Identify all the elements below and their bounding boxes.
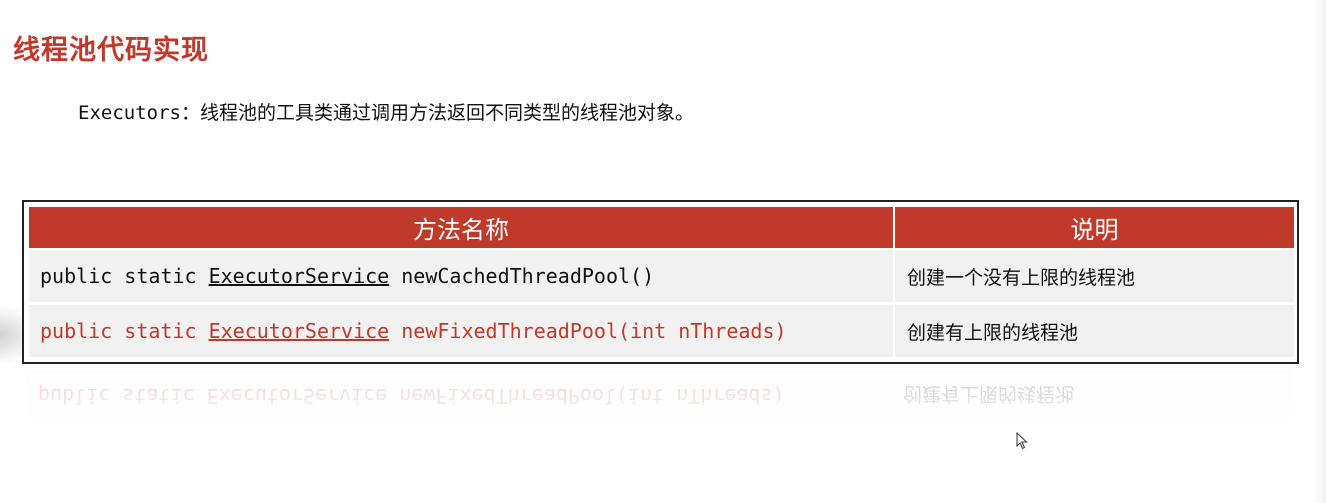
reflection-method: newFixedThreadPool(int nThreads)	[387, 384, 785, 408]
method-description: 创建有上限的线程池	[907, 321, 1079, 344]
subtitle-class-name: Executors	[78, 102, 181, 124]
reflection-row: public static ExecutorService newFixedTh…	[27, 370, 1292, 422]
table-header-row: 方法名称 说明	[29, 207, 1294, 248]
description-cell: 创建有上限的线程池	[893, 305, 1294, 357]
description-cell: 创建一个没有上限的线程池	[893, 250, 1294, 302]
header-method-name: 方法名称	[29, 207, 893, 248]
method-signature-cell: public static ExecutorService newFixedTh…	[29, 305, 893, 357]
method-modifiers: public static	[40, 264, 209, 288]
table-reflection: public static ExecutorService newFixedTh…	[22, 370, 1299, 445]
method-name: newFixedThreadPool(int nThreads)	[389, 319, 787, 343]
method-modifiers: public static	[40, 319, 209, 343]
reflection-description: 创建有上限的线程池	[903, 383, 1075, 406]
return-type: ExecutorService	[208, 264, 390, 288]
reflection-modifiers: public static	[38, 384, 207, 408]
methods-table: 方法名称 说明 public static ExecutorService ne…	[22, 200, 1299, 364]
page-title: 线程池代码实现	[13, 35, 209, 66]
method-signature-cell: public static ExecutorService newCachedT…	[29, 250, 893, 302]
return-type: ExecutorService	[208, 319, 390, 343]
method-name: newCachedThreadPool()	[389, 264, 655, 288]
window-right-edge	[1314, 0, 1326, 503]
reflection-return-type: ExecutorService	[206, 384, 388, 408]
reflection-description-cell: 创建有上限的线程池	[891, 370, 1292, 422]
header-description: 说明	[893, 207, 1294, 248]
reflection-signature: public static ExecutorService newFixedTh…	[27, 370, 891, 422]
table-row: public static ExecutorService newFixedTh…	[29, 305, 1294, 357]
mouse-pointer-icon	[1016, 432, 1028, 450]
subtitle: Executors：线程池的工具类通过调用方法返回不同类型的线程池对象。	[78, 98, 694, 125]
subtitle-text: ：线程池的工具类通过调用方法返回不同类型的线程池对象。	[180, 102, 694, 124]
method-description: 创建一个没有上限的线程池	[907, 266, 1136, 289]
table-row: public static ExecutorService newCachedT…	[29, 250, 1294, 302]
